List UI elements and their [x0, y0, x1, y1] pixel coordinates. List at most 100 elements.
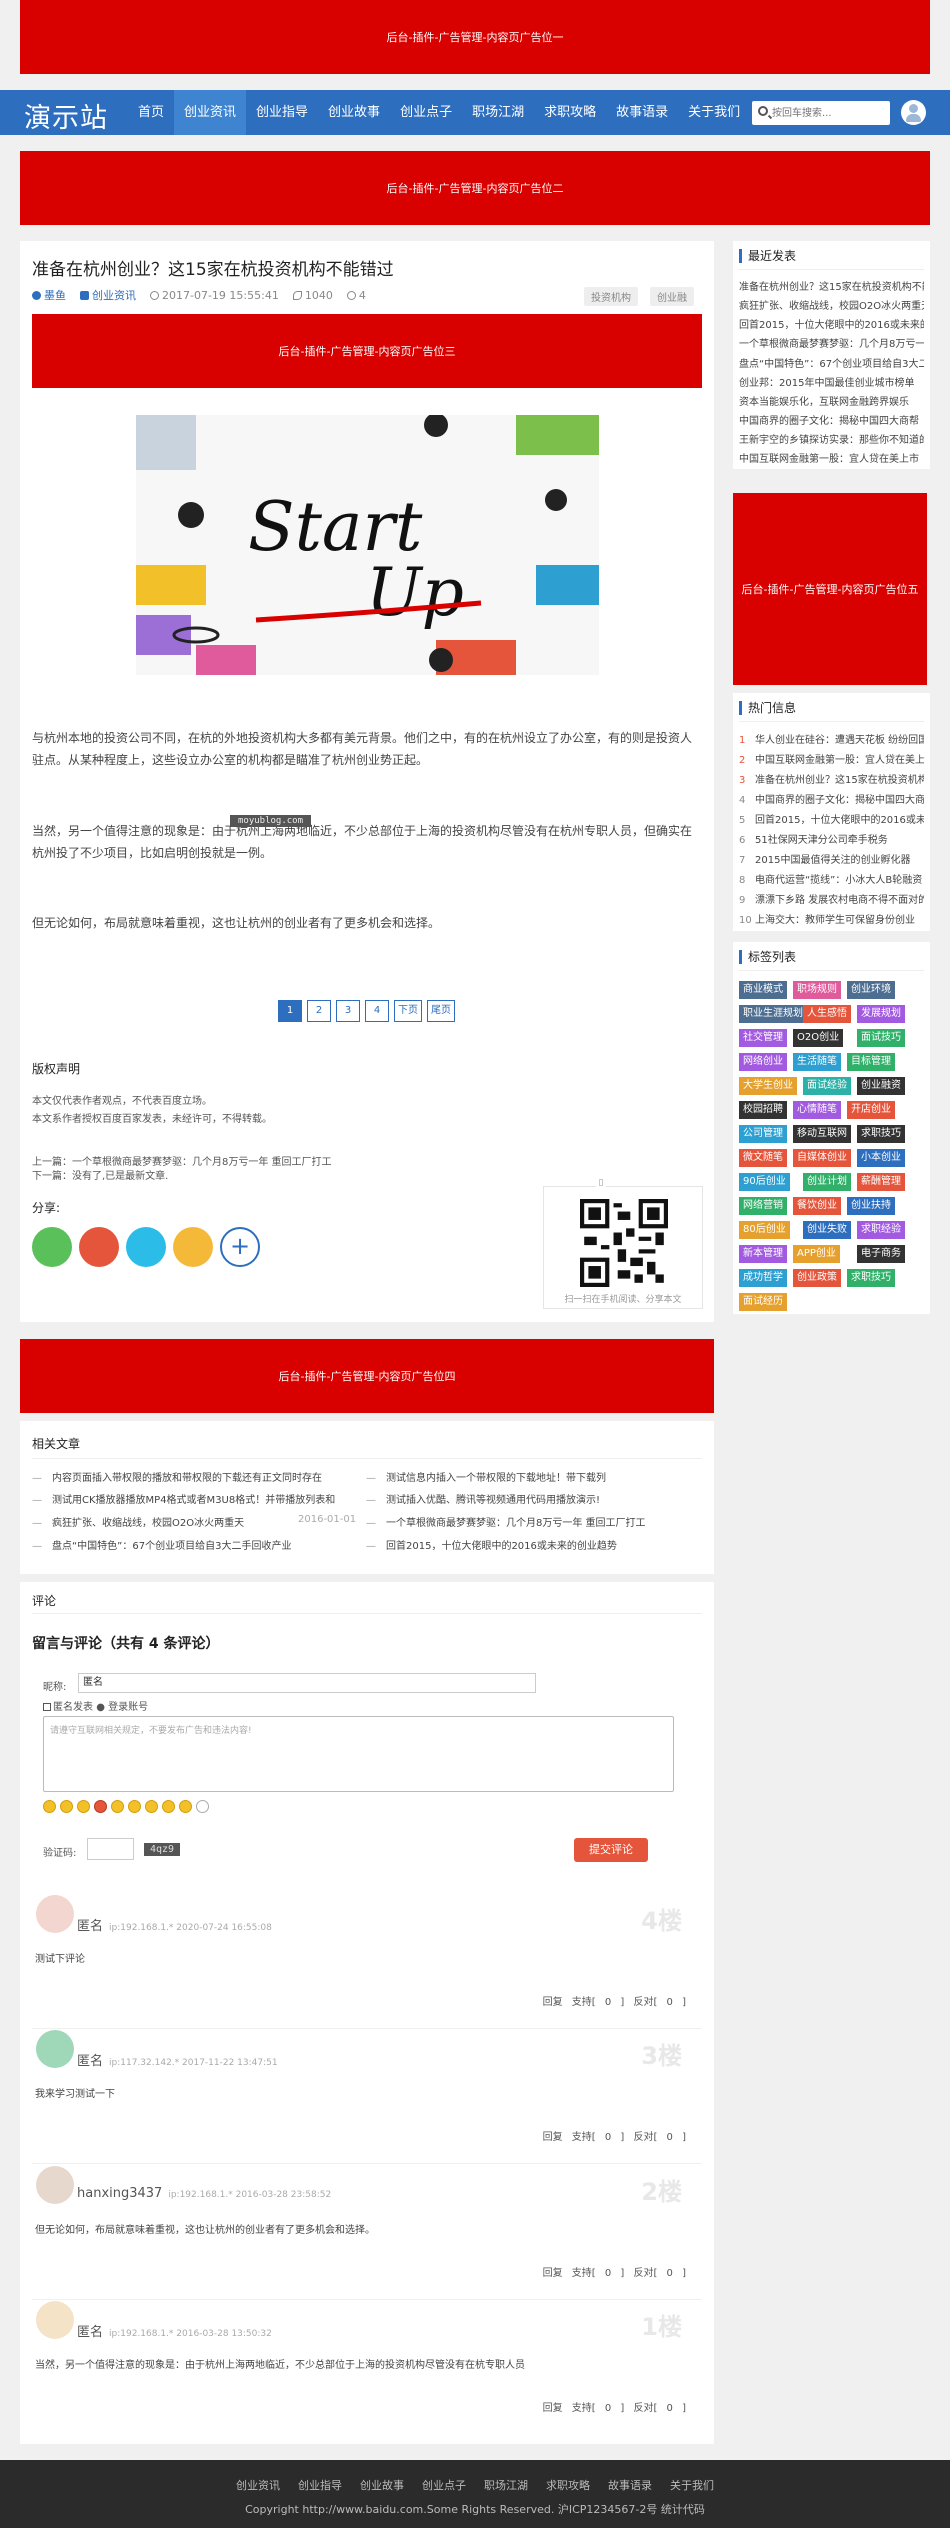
latest-link[interactable]: 中国互联网金融第一股：宜人贷在美上市 [739, 450, 924, 465]
ad-banner-third[interactable]: 后台-插件-广告管理-内容页广告位三 [32, 314, 702, 388]
tag-item[interactable]: 创业计划 [803, 1173, 851, 1191]
footer-link[interactable]: 求职攻略 [546, 2479, 590, 2492]
author-link[interactable]: 墨鱼 [32, 287, 66, 303]
footer-link[interactable]: 职场江湖 [484, 2479, 528, 2492]
latest-link[interactable]: 盘点“中国特色”：67个创业项目给自3大二手 [739, 355, 924, 370]
hot-link[interactable]: 9漂漂下乡路 发展农村电商不得不面对的问题 [739, 891, 924, 906]
nav-item-jobs[interactable]: 求职攻略 [534, 90, 606, 135]
comment-textarea[interactable]: 请遵守互联网相关规定，不要发布广告和违法内容! [43, 1716, 674, 1792]
tag-item[interactable]: 求职经验 [857, 1221, 905, 1239]
tag-item[interactable]: 面试技巧 [857, 1029, 905, 1047]
anonymous-checkbox[interactable] [43, 1703, 51, 1711]
hot-link[interactable]: 4 中国商界的圈子文化：揭秘中国四大商帮 [739, 791, 924, 806]
tag-item[interactable]: 社交管理 [739, 1029, 787, 1047]
login-link[interactable]: ● 登录账号 [96, 1702, 148, 1713]
related-link[interactable]: 测试插入优酷、腾讯等视频通用代码用播放演示! [366, 1491, 696, 1506]
qzone-share-icon[interactable] [173, 1227, 213, 1267]
captcha-input[interactable] [87, 1838, 134, 1860]
tag-item[interactable]: O2O创业 [793, 1029, 844, 1047]
tag-item[interactable]: 成功哲学 [739, 1269, 787, 1287]
weibo-share-icon[interactable] [79, 1227, 119, 1267]
tag-item[interactable]: 发展规划 [857, 1005, 905, 1023]
submit-comment-button[interactable]: 提交评论 [574, 1838, 648, 1862]
article-tag[interactable]: 投资机构 [584, 287, 638, 306]
tag-item[interactable]: 大学生创业 [739, 1077, 797, 1095]
ad-banner-sidebar[interactable]: 后台-插件-广告管理-内容页广告位五 [733, 493, 927, 685]
emoji-icon[interactable] [179, 1800, 192, 1813]
tag-item[interactable]: 目标管理 [847, 1053, 895, 1071]
emoji-icon[interactable] [111, 1800, 124, 1813]
more-share-icon[interactable]: + [220, 1227, 260, 1267]
tag-item[interactable]: 新本管理 [739, 1245, 787, 1263]
latest-link[interactable]: 资本当能娱乐化，互联网金融跨界娱乐 [739, 393, 924, 408]
nav-item-home[interactable]: 首页 [128, 90, 174, 135]
comment-actions[interactable]: 回复 支持[ 0 ] 反对[ 0 ] [543, 1993, 686, 2008]
nickname-input[interactable]: 匿名 [78, 1673, 536, 1693]
tag-item[interactable]: 餐饮创业 [793, 1197, 841, 1215]
tag-item[interactable]: 薪酬管理 [857, 1173, 905, 1191]
comment-actions[interactable]: 回复 支持[ 0 ] 反对[ 0 ] [543, 2128, 686, 2143]
search-box[interactable] [752, 101, 890, 125]
related-link[interactable]: 一个草根微商最梦赛梦驱：几个月8万亏一年 重回工厂打工 [366, 1514, 696, 1529]
page-4[interactable]: 4 [365, 1000, 389, 1022]
related-link[interactable]: 测试信息内插入一个带权限的下载地址！带下载列 [366, 1469, 696, 1484]
tag-item[interactable]: 人生感悟 [803, 1005, 851, 1023]
latest-link[interactable]: 疯狂扩张、收缩战线，校园O2O冰火两重天 [739, 297, 924, 312]
ad-banner-fourth[interactable]: 后台-插件-广告管理-内容页广告位四 [20, 1339, 714, 1413]
tag-item[interactable]: 自媒体创业 [793, 1149, 851, 1167]
article-tag[interactable]: 创业融 [650, 287, 694, 306]
tag-item[interactable]: 创业扶持 [847, 1197, 895, 1215]
hot-link[interactable]: 3准备在杭州创业？这15家在杭投资机构不能错过 [739, 771, 924, 786]
emoji-icon[interactable] [43, 1800, 56, 1813]
related-link[interactable]: 疯狂扩张、收缩战线，校园O2O冰火两重天 [32, 1514, 292, 1529]
page-last[interactable]: 尾页 [427, 1000, 455, 1022]
tag-item[interactable]: 创业融资 [857, 1077, 905, 1095]
footer-link[interactable]: 创业故事 [360, 2479, 404, 2492]
footer-link[interactable]: 关于我们 [670, 2479, 714, 2492]
nav-item-guide[interactable]: 创业指导 [246, 90, 318, 135]
latest-link[interactable]: 一个草根微商最梦赛梦驱：几个月8万亏一年 [739, 335, 924, 350]
footer-link[interactable]: 故事语录 [608, 2479, 652, 2492]
page-2[interactable]: 2 [307, 1000, 331, 1022]
site-logo[interactable]: 演示站 [24, 96, 108, 135]
footer-link[interactable]: 创业点子 [422, 2479, 466, 2492]
tag-item[interactable]: 求职技巧 [847, 1269, 895, 1287]
captcha-image[interactable]: 4qz9 [144, 1843, 181, 1856]
qq-share-icon[interactable] [126, 1227, 166, 1267]
comment-actions[interactable]: 回复 支持[ 0 ] 反对[ 0 ] [543, 2264, 686, 2279]
related-link[interactable]: 测试用CK播放器播放MP4格式或者M3U8格式！并带播放列表和 [32, 1491, 362, 1506]
tag-item[interactable]: 90后创业 [739, 1173, 790, 1191]
category-link[interactable]: 创业资讯 [80, 287, 136, 303]
latest-link[interactable]: 创业邦：2015年中国最佳创业城市榜单 [739, 374, 924, 389]
nav-item-workplace[interactable]: 职场江湖 [462, 90, 534, 135]
ad-banner-second[interactable]: 后台-插件-广告管理-内容页广告位二 [20, 151, 930, 225]
wechat-share-icon[interactable] [32, 1227, 72, 1267]
nav-item-stories[interactable]: 创业故事 [318, 90, 390, 135]
tag-item[interactable]: 创业环境 [847, 981, 895, 999]
tag-item[interactable]: 移动互联网 [793, 1125, 851, 1143]
emoji-icon[interactable] [77, 1800, 90, 1813]
page-next[interactable]: 下页 [394, 1000, 422, 1022]
related-link[interactable]: 盘点“中国特色”：67个创业项目给自3大二手回收产业 [32, 1537, 362, 1552]
hot-link[interactable]: 2 中国互联网金融第一股：宜人贷在美上市 [739, 751, 924, 766]
tag-item[interactable]: 求职技巧 [857, 1125, 905, 1143]
tag-item[interactable]: APP创业 [793, 1245, 840, 1263]
tag-item[interactable]: 电子商务 [857, 1245, 905, 1263]
next-article-link[interactable]: 下一篇：没有了,已是最新文章. [32, 1168, 168, 1186]
hot-link[interactable]: 10 上海交大：教师学生可保留身份创业 [739, 911, 924, 926]
search-input[interactable] [772, 104, 884, 122]
hot-link[interactable]: 6 51社保网天津分公司牵手税务 [739, 831, 924, 846]
emoji-icon[interactable] [196, 1800, 209, 1813]
tag-item[interactable]: 开店创业 [847, 1101, 895, 1119]
page-1[interactable]: 1 [278, 1000, 302, 1022]
tag-item[interactable]: 面试经验 [803, 1077, 851, 1095]
latest-link[interactable]: 准备在杭州创业？这15家在杭投资机构不能错过 [739, 278, 924, 293]
tag-item[interactable]: 微文随笔 [739, 1149, 787, 1167]
tag-item[interactable]: 职业生涯规划 [739, 1005, 807, 1023]
tag-item[interactable]: 心情随笔 [793, 1101, 841, 1119]
footer-link[interactable]: 创业资讯 [236, 2479, 280, 2492]
latest-link[interactable]: 中国商界的圈子文化：揭秘中国四大商帮 [739, 412, 924, 427]
latest-link[interactable]: 王新宇空的乡镇探访实录：那些你不知道的 [739, 431, 924, 446]
footer-link[interactable]: 创业指导 [298, 2479, 342, 2492]
user-avatar-icon[interactable] [901, 100, 926, 125]
